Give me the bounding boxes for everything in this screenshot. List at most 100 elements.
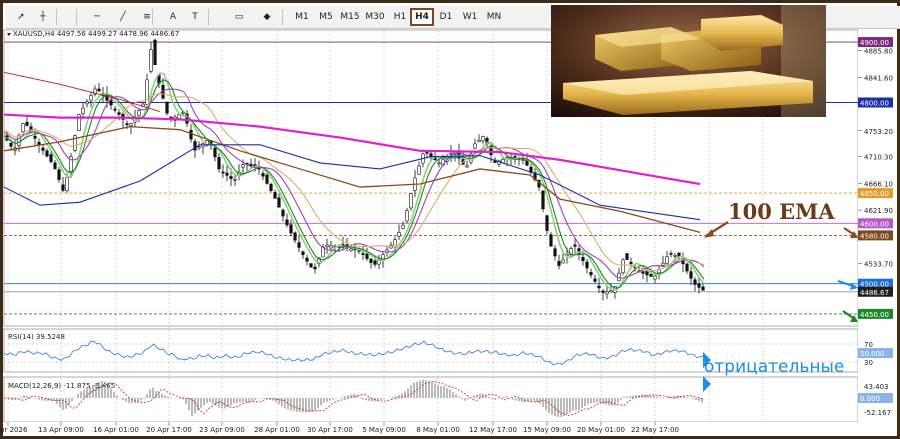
gold-bars-photo <box>551 5 826 117</box>
candle-body <box>165 101 169 114</box>
candle-body <box>425 151 429 154</box>
candle-body <box>373 260 377 265</box>
candle-body <box>549 234 553 247</box>
candle-body <box>9 143 13 147</box>
time-tick-label: 15 May 09:00 <box>523 426 571 434</box>
candle-body <box>233 178 237 181</box>
candle-body <box>585 261 589 269</box>
candle-body <box>249 163 253 167</box>
candle-body <box>693 279 697 285</box>
candle-body <box>89 95 93 101</box>
candle-body <box>629 261 633 264</box>
candle-body <box>541 190 545 210</box>
candle-body <box>581 257 585 262</box>
candle-body <box>225 172 229 176</box>
time-tick-label: 22 May 17:00 <box>631 426 679 434</box>
time-tick-label: 20 Apr 17:00 <box>146 426 192 434</box>
macd-tick-label: -52.167 <box>864 409 891 417</box>
price-tick-label: 4666.10 <box>864 180 893 188</box>
time-tick-label: 5 May 09:00 <box>362 426 406 434</box>
negative-annotation: отрицательные <box>704 357 845 377</box>
candle-body <box>117 112 121 115</box>
candle-body <box>393 239 397 247</box>
price-flag-label: 4650.00 <box>860 190 889 198</box>
price-flag-label: 4450.00 <box>860 311 889 319</box>
candle-body <box>41 147 45 151</box>
time-tick-label: 23 Apr 09:00 <box>199 426 245 434</box>
candle-body <box>429 153 433 157</box>
price-tick-label: 4533.70 <box>864 260 893 268</box>
candle-body <box>265 174 269 184</box>
candle-body <box>661 262 665 266</box>
candle-body <box>465 165 469 168</box>
time-tick-label: 30 Apr 17:00 <box>307 426 353 434</box>
candle-body <box>561 259 565 264</box>
candle-body <box>269 183 273 191</box>
candle-body <box>449 152 453 155</box>
candle-body <box>481 136 485 142</box>
candle-body <box>305 257 309 262</box>
candle-body <box>45 150 49 157</box>
candle-body <box>197 146 201 149</box>
candle-body <box>21 123 25 133</box>
candle-body <box>273 192 277 199</box>
candle-body <box>25 121 29 126</box>
candle-body <box>113 108 117 111</box>
candle-body <box>697 283 701 288</box>
price-flag-label: 4800.00 <box>860 99 889 107</box>
candle-body <box>49 154 53 162</box>
candle-body <box>673 255 677 257</box>
macd-zero-flag-label: 0.000 <box>860 395 880 403</box>
price-tick-label: 4621.90 <box>864 207 893 215</box>
candle-body <box>217 157 221 170</box>
candle-body <box>605 291 609 295</box>
candle-body <box>649 273 653 277</box>
time-tick-label: 28 Apr 01:00 <box>254 426 300 434</box>
time-tick-label: 8 May 01:00 <box>416 426 460 434</box>
candle-body <box>293 232 297 241</box>
candle-body <box>281 209 285 217</box>
candle-body <box>641 271 645 274</box>
candle-body <box>229 176 233 179</box>
candle-body <box>365 253 369 259</box>
candle-body <box>33 135 37 139</box>
candle-body <box>653 275 657 280</box>
candle-body <box>137 110 141 116</box>
candle-body <box>313 266 317 270</box>
candle-body <box>85 101 89 105</box>
candle-body <box>81 107 85 114</box>
candle-body <box>397 232 401 237</box>
candle-body <box>437 162 441 165</box>
candle-body <box>357 250 361 252</box>
candle-body <box>189 129 193 140</box>
candle-body <box>153 39 157 66</box>
candle-body <box>301 251 305 256</box>
candle-body <box>17 135 21 146</box>
candle-body <box>685 263 689 272</box>
candle-body <box>369 258 373 263</box>
price-flag-label: 4900.00 <box>860 39 889 47</box>
time-tick-label: 8 Apr 2026 <box>0 426 28 434</box>
candle-body <box>597 285 601 289</box>
candle-body <box>129 123 133 127</box>
time-tick-label: 12 May 17:00 <box>469 426 517 434</box>
candle-body <box>689 271 693 279</box>
candle-body <box>601 290 605 293</box>
candle-body <box>701 286 705 291</box>
time-tick-label: 20 May 01:00 <box>577 426 625 434</box>
candle-body <box>125 123 129 125</box>
rsi-header: RSI(14) 39.5248 <box>8 333 65 341</box>
price-tick-label: 4885.80 <box>864 48 893 56</box>
rsi-level-flag-label: 50.000 <box>860 350 885 358</box>
candle-body <box>401 224 405 229</box>
candle-body <box>289 224 293 234</box>
candle-body <box>625 253 629 260</box>
candle-body <box>149 49 153 72</box>
rsi-tick-label: 70 <box>864 341 873 349</box>
ema-annotation: 100 EMA <box>728 199 835 224</box>
candle-body <box>261 173 265 177</box>
candle-body <box>97 88 101 92</box>
price-flag-label: 4580.00 <box>860 232 889 240</box>
candle-body <box>621 259 625 274</box>
candle-body <box>669 253 673 255</box>
